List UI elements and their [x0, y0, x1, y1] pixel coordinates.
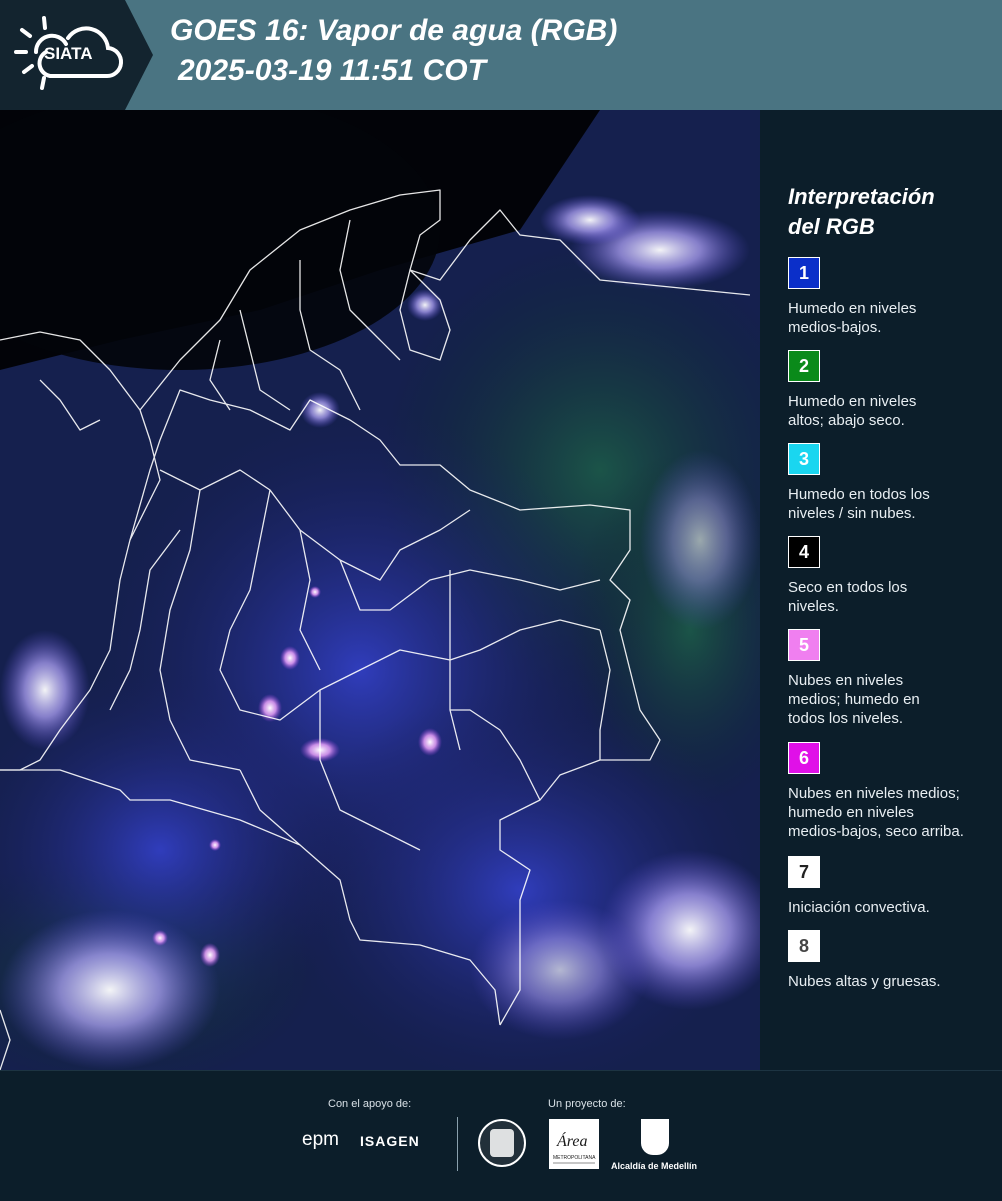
legend-item-4: 4 Seco en todos los niveles. — [788, 536, 993, 616]
siata-logo-text: SIATA — [44, 44, 93, 63]
legend-description: Nubes en niveles medios; humedo en nivel… — [788, 784, 993, 841]
legend-swatch: 5 — [788, 629, 820, 661]
epm-logo: epm — [302, 1129, 339, 1150]
legend-desc-line: altos; abajo seco. — [788, 412, 905, 429]
legend-description: Humedo en niveles altos; abajo seco. — [788, 392, 993, 430]
legend-title-line1: Interpretación — [788, 184, 935, 209]
legend-desc-line: niveles / sin nubes. — [788, 505, 916, 522]
satellite-image — [0, 110, 760, 1070]
legend-item-5: 5 Nubes en niveles medios; humedo en tod… — [788, 629, 993, 728]
legend-desc-line: Nubes en niveles medios; — [788, 785, 960, 802]
medellin-logo-text: Alcaldía de Medellín — [611, 1161, 698, 1171]
legend-desc-line: medios; humedo en — [788, 691, 920, 708]
legend-title: Interpretación del RGB — [788, 182, 988, 242]
legend-desc-line: Seco en todos los — [788, 579, 908, 596]
isagen-logo: ISAGEN — [360, 1133, 420, 1149]
legend-swatch: 8 — [788, 930, 820, 962]
logo-wedge — [125, 0, 153, 110]
project-label: Un proyecto de: — [548, 1098, 626, 1110]
legend-swatch: 2 — [788, 350, 820, 382]
legend-description: Humedo en todos los niveles / sin nubes. — [788, 485, 993, 523]
medellin-shield-icon — [641, 1119, 669, 1155]
legend-desc-line: medios-bajos, seco arriba. — [788, 823, 964, 840]
legend-title-line2: del RGB — [788, 214, 875, 239]
legend-description: Nubes en niveles medios; humedo en todos… — [788, 671, 993, 728]
legend-desc-line: niveles. — [788, 598, 839, 615]
legend-desc-line: Humedo en todos los — [788, 486, 930, 503]
footer-bar: Con el apoyo de: Un proyecto de: epm ISA… — [0, 1070, 1002, 1201]
legend-item-3: 3 Humedo en todos los niveles / sin nube… — [788, 443, 993, 523]
legend-desc-line: Nubes altas y gruesas. — [788, 973, 941, 990]
area-logo-text: Área — [556, 1131, 588, 1150]
area-metropolitana-logo: Área METROPOLITANA — [549, 1119, 599, 1169]
legend-desc-line: medios-bajos. — [788, 319, 882, 336]
legend-swatch: 7 — [788, 856, 820, 888]
legend-item-6: 6 Nubes en niveles medios; humedo en niv… — [788, 742, 993, 841]
legend-item-2: 2 Humedo en niveles altos; abajo seco. — [788, 350, 993, 430]
legend-desc-line: Iniciación convectiva. — [788, 899, 930, 916]
legend-swatch: 3 — [788, 443, 820, 475]
support-label: Con el apoyo de: — [328, 1098, 412, 1110]
satellite-map[interactable] — [0, 110, 760, 1070]
legend-swatch: 6 — [788, 742, 820, 774]
header-bar: SIATA GOES 16: Vapor de agua (RGB) 2025-… — [0, 0, 1002, 110]
page-timestamp: 2025-03-19 11:51 COT — [178, 54, 486, 87]
legend-description: Humedo en niveles medios-bajos. — [788, 299, 993, 337]
legend-swatch: 4 — [788, 536, 820, 568]
page-title: GOES 16: Vapor de agua (RGB) — [170, 14, 618, 47]
legend-desc-line: humedo en niveles — [788, 804, 914, 821]
legend-item-1: 1 Humedo en niveles medios-bajos. — [788, 257, 993, 337]
legend-description: Nubes altas y gruesas. — [788, 972, 993, 991]
legend-desc-line: todos los niveles. — [788, 710, 904, 727]
legend-desc-line: Humedo en niveles — [788, 300, 917, 317]
legend-panel: Interpretación del RGB 1 Humedo en nivel… — [760, 110, 1002, 1070]
legend-description: Iniciación convectiva. — [788, 898, 993, 917]
legend-swatch: 1 — [788, 257, 820, 289]
legend-item-8: 8 Nubes altas y gruesas. — [788, 930, 993, 991]
area-metropolitana-icon: Área METROPOLITANA — [553, 1131, 596, 1164]
legend-desc-line: Humedo en niveles — [788, 393, 917, 410]
legend-item-7: 7 Iniciación convectiva. — [788, 856, 993, 917]
antioquia-seal-icon — [478, 1119, 526, 1167]
legend-desc-line: Nubes en niveles — [788, 672, 904, 689]
footer-divider — [457, 1117, 458, 1171]
legend-description: Seco en todos los niveles. — [788, 578, 993, 616]
area-logo-subtext: METROPOLITANA — [553, 1155, 596, 1161]
